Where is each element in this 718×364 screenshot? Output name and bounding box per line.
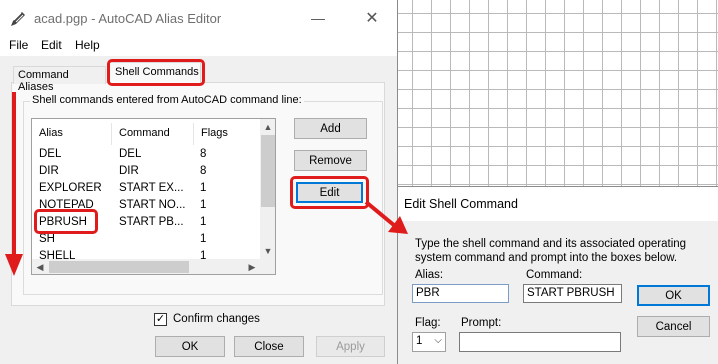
vertical-scroll-thumb[interactable] [261, 135, 275, 207]
dialog-cancel-button[interactable]: Cancel [637, 316, 710, 337]
prompt-label: Prompt: [461, 317, 502, 329]
window-title: acad.pgp - AutoCAD Alias Editor [34, 11, 222, 26]
group-label: Shell commands entered from AutoCAD comm… [30, 94, 304, 106]
cell-flags: 8 [200, 148, 207, 160]
cell-command: DIR [119, 165, 139, 177]
vertical-scrollbar[interactable]: ▲ ▼ [260, 119, 275, 259]
apply-button[interactable]: Apply [316, 336, 385, 357]
confirm-changes-checkbox[interactable]: ✓ [154, 313, 167, 326]
cell-flags: 1 [200, 199, 207, 211]
chevron-down-icon: ⌵ [434, 335, 442, 346]
remove-button[interactable]: Remove [294, 150, 367, 171]
menu-help[interactable]: Help [75, 38, 100, 52]
cell-alias: EXPLORER [39, 182, 102, 194]
app-pencil-icon [11, 12, 25, 26]
alias-input[interactable]: PBR [412, 284, 509, 303]
horizontal-scroll-thumb[interactable] [49, 261, 189, 273]
scroll-right-icon[interactable]: ▶ [244, 259, 260, 274]
prompt-input[interactable] [459, 332, 621, 352]
dialog-description: Type the shell command and its associate… [415, 238, 687, 264]
minimize-button[interactable]: — [303, 6, 333, 30]
title-bar: acad.pgp - AutoCAD Alias Editor — ✕ [0, 0, 397, 36]
add-button[interactable]: Add [294, 118, 367, 139]
cell-flags: 8 [200, 165, 207, 177]
close-button[interactable]: Close [234, 336, 304, 357]
highlight-box-shell-tab [107, 59, 205, 86]
scroll-corner [260, 259, 275, 274]
flag-select[interactable]: 1 ⌵ [412, 332, 446, 352]
cell-alias: DIR [39, 165, 59, 177]
dialog-title: Edit Shell Command [404, 197, 518, 211]
list-row[interactable]: DEL DEL 8 [32, 147, 260, 164]
dialog-ok-button[interactable]: OK [637, 285, 710, 306]
cell-alias: SH [39, 233, 55, 245]
highlight-box-edit [290, 176, 369, 209]
cell-command: DEL [119, 148, 142, 160]
alias-label: Alias: [415, 269, 444, 281]
menu-file[interactable]: File [9, 38, 28, 52]
cell-command: START NO... [119, 199, 186, 211]
cell-alias: DEL [39, 148, 62, 160]
flag-label: Flag: [415, 317, 441, 329]
command-label: Command: [526, 269, 583, 281]
shell-command-list[interactable]: Alias Command Flags DEL DEL 8 DIR DIR 8 … [31, 118, 276, 275]
ok-button[interactable]: OK [155, 336, 225, 357]
confirm-changes-label[interactable]: Confirm changes [173, 313, 260, 325]
close-window-button[interactable]: ✕ [357, 6, 387, 30]
highlight-box-pbrush [34, 209, 98, 234]
cell-flags: 1 [200, 216, 207, 228]
scroll-left-icon[interactable]: ◀ [32, 259, 48, 274]
column-header-command[interactable]: Command [112, 123, 194, 145]
cell-command: START PB... [119, 216, 184, 228]
dialog-title-bar: Edit Shell Command [398, 187, 718, 221]
command-input[interactable]: START PBRUSH [523, 284, 622, 303]
scroll-up-icon[interactable]: ▲ [260, 119, 275, 135]
list-row[interactable]: EXPLORER START EX... 1 [32, 181, 260, 198]
flag-value: 1 [416, 335, 423, 347]
cell-flags: 1 [200, 182, 207, 194]
horizontal-scrollbar[interactable]: ◀ ▶ [32, 259, 260, 274]
column-header-flags[interactable]: Flags [194, 123, 260, 145]
cell-command: START EX... [119, 182, 184, 194]
list-row[interactable]: SH 1 [32, 232, 260, 249]
menu-edit[interactable]: Edit [41, 38, 62, 52]
scroll-down-icon[interactable]: ▼ [260, 243, 275, 259]
column-header-alias[interactable]: Alias [32, 123, 112, 145]
list-row[interactable]: DIR DIR 8 [32, 164, 260, 181]
edit-shell-command-dialog: Edit Shell Command Type the shell comman… [397, 186, 718, 364]
tab-command-aliases[interactable]: Command Aliases [13, 66, 106, 93]
cell-flags: 1 [200, 233, 207, 245]
